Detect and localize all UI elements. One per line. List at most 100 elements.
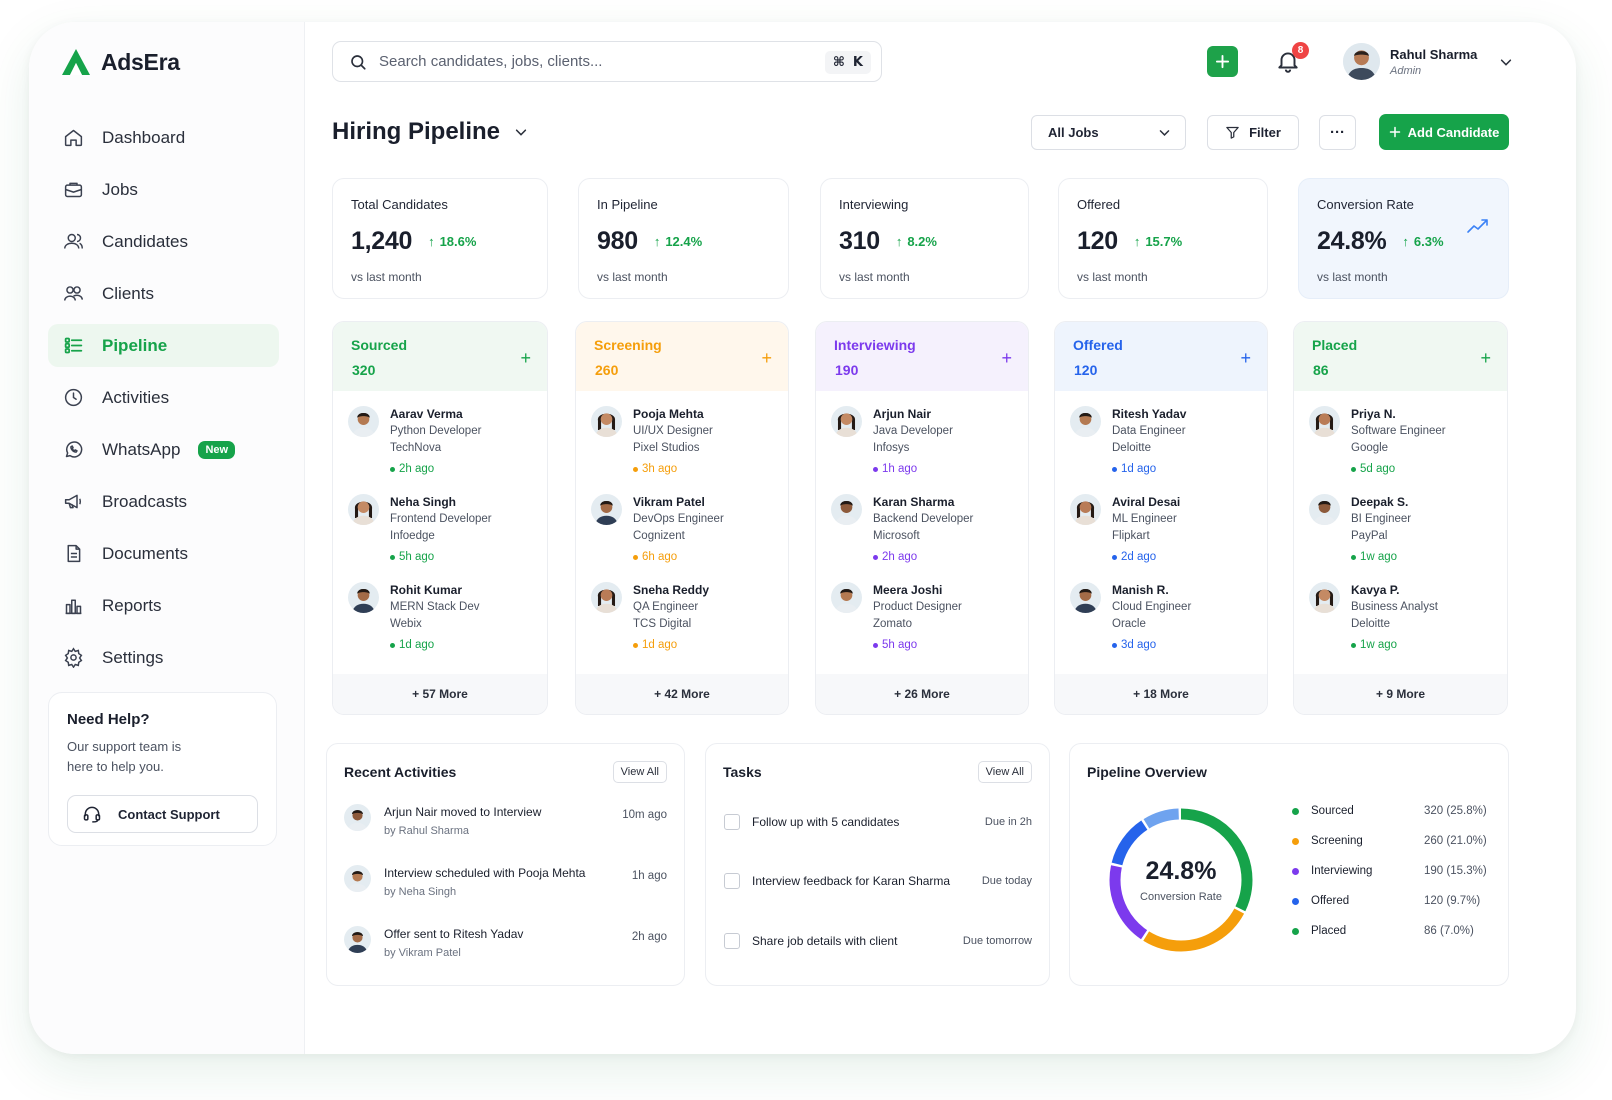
sidebar-item-broadcasts[interactable]: Broadcasts	[48, 480, 279, 523]
task-checkbox[interactable]	[724, 873, 740, 889]
show-more-button[interactable]: + 26 More	[816, 674, 1028, 714]
activity-author: by Vikram Patel	[384, 947, 461, 959]
add-to-column-icon[interactable]: +	[1480, 348, 1491, 369]
add-to-column-icon[interactable]: +	[520, 348, 531, 369]
legend-dot	[1292, 867, 1299, 875]
more-options-button[interactable]: ···	[1319, 115, 1356, 150]
avatar	[348, 494, 379, 525]
candidate-role: UI/UX Designer	[633, 425, 713, 437]
candidate-time: 3d ago	[1112, 637, 1253, 654]
candidate-time: 5h ago	[873, 637, 1014, 654]
brand[interactable]: AdsEra	[61, 47, 180, 77]
sidebar-item-documents[interactable]: Documents	[48, 532, 279, 575]
candidate-card[interactable]: Deepak S. BI Engineer PayPal 1w ago	[1294, 479, 1507, 567]
task-item: Share job details with client Due tomorr…	[724, 931, 1032, 951]
candidate-card[interactable]: Rohit Kumar MERN Stack Dev Webix 1d ago	[333, 567, 547, 655]
add-to-column-icon[interactable]: +	[1001, 348, 1012, 369]
sidebar-item-activities[interactable]: Activities	[48, 376, 279, 419]
user-profile-menu[interactable]: Rahul Sharma Admin	[1343, 43, 1513, 80]
show-more-button[interactable]: + 9 More	[1294, 674, 1507, 714]
gear-icon	[62, 647, 84, 669]
candidate-time: 1d ago	[1112, 461, 1253, 478]
candidate-time-text: 2d ago	[1121, 551, 1157, 563]
view-all-button[interactable]: View All	[612, 761, 667, 783]
candidate-time: 1d ago	[390, 637, 533, 654]
candidate-company: Infosys	[873, 442, 910, 454]
task-checkbox[interactable]	[724, 933, 740, 949]
candidate-role: Business Analyst	[1351, 601, 1438, 613]
candidate-time-text: 1d ago	[1121, 463, 1157, 475]
candidate-card[interactable]: Ritesh Yadav Data Engineer Deloitte 1d a…	[1055, 391, 1267, 479]
pipeline-column-interviewing: Interviewing 190 + Arjun Nair Java Devel…	[815, 321, 1029, 715]
sidebar-item-dashboard[interactable]: Dashboard	[48, 116, 279, 159]
add-candidate-button[interactable]: Add Candidate	[1379, 114, 1509, 150]
candidate-company: PayPal	[1351, 530, 1388, 542]
show-more-button[interactable]: + 42 More	[576, 674, 788, 714]
help-title: Need Help?	[67, 711, 150, 728]
candidate-company: Flipkart	[1112, 530, 1150, 542]
search-input[interactable]	[379, 53, 809, 70]
stat-card-pipeline: In Pipeline 980 ↑ 12.4% vs last month	[578, 178, 789, 299]
filter-button[interactable]: Filter	[1207, 115, 1299, 150]
sidebar-item-clients[interactable]: Clients	[48, 272, 279, 315]
sidebar-item-candidates[interactable]: Candidates	[48, 220, 279, 263]
show-more-button[interactable]: + 18 More	[1055, 674, 1267, 714]
stat-card-conversion: Conversion Rate 24.8% ↑ 6.3% vs last mont…	[1298, 178, 1509, 299]
candidate-card[interactable]: Aarav Verma Python Developer TechNova 2h…	[333, 391, 547, 479]
candidate-name: Neha Singh	[390, 495, 457, 509]
sidebar-item-reports[interactable]: Reports	[48, 584, 279, 627]
show-more-button[interactable]: + 57 More	[333, 674, 547, 714]
candidate-card[interactable]: Vikram Patel DevOps Engineer Cognizent 6…	[576, 479, 788, 567]
candidate-role: Java Developer	[873, 425, 953, 437]
stat-delta: ↑ 8.2%	[896, 234, 937, 249]
activity-item[interactable]: Arjun Nair moved to Interview by Rahul S…	[344, 804, 667, 854]
avatar	[831, 494, 862, 525]
page-title[interactable]: Hiring Pipeline	[332, 118, 528, 146]
activity-item[interactable]: Interview scheduled with Pooja Mehta by …	[344, 865, 667, 915]
stat-delta-value: 6.3%	[1413, 234, 1444, 249]
contact-support-button[interactable]: Contact Support	[67, 795, 258, 833]
avatar	[1070, 406, 1101, 437]
candidate-card[interactable]: Arjun Nair Java Developer Infosys 1h ago	[816, 391, 1028, 479]
candidate-card[interactable]: Priya N. Software Engineer Google 5d ago	[1294, 391, 1507, 479]
task-checkbox[interactable]	[724, 814, 740, 830]
stat-sub: vs last month	[839, 270, 910, 284]
sidebar-item-pipeline[interactable]: Pipeline	[48, 324, 279, 367]
more-icon: ···	[1330, 124, 1345, 141]
candidate-card[interactable]: Meera Joshi Product Designer Zomato 5h a…	[816, 567, 1028, 655]
candidate-card[interactable]: Sneha Reddy QA Engineer TCS Digital 1d a…	[576, 567, 788, 655]
column-title: Sourced	[351, 337, 408, 353]
search-bar[interactable]: ⌘ K	[332, 41, 882, 82]
candidate-role: DevOps Engineer	[633, 513, 724, 525]
clock-icon	[62, 387, 84, 409]
candidate-card[interactable]: Karan Sharma Backend Developer Microsoft…	[816, 479, 1028, 567]
candidate-role: Software Engineer	[1351, 425, 1446, 437]
legend-value: 190 (15.3%)	[1424, 865, 1487, 877]
view-all-button[interactable]: View All	[977, 761, 1032, 783]
activity-item[interactable]: Offer sent to Ritesh Yadav by Vikram Pat…	[344, 926, 667, 976]
quick-add-button[interactable]	[1207, 46, 1238, 77]
avatar	[831, 406, 862, 437]
legend-value: 120 (9.7%)	[1424, 895, 1481, 907]
candidate-name: Aviral Desai	[1112, 495, 1181, 509]
sidebar-item-whatsapp[interactable]: WhatsApp New	[48, 428, 279, 471]
legend-dot	[1292, 807, 1299, 815]
avatar	[591, 406, 622, 437]
candidate-card[interactable]: Aviral Desai ML Engineer Flipkart 2d ago	[1055, 479, 1267, 567]
legend-item-offered: Offered 120 (9.7%)	[1292, 892, 1492, 910]
job-filter-select[interactable]: All Jobs	[1031, 115, 1186, 150]
candidate-name: Karan Sharma	[873, 495, 955, 509]
candidate-card[interactable]: Neha Singh Frontend Developer Infoedge 5…	[333, 479, 547, 567]
candidate-card[interactable]: Manish R. Cloud Engineer Oracle 3d ago	[1055, 567, 1267, 655]
candidate-time: 5h ago	[390, 549, 533, 566]
candidate-card[interactable]: Kavya P. Business Analyst Deloitte 1w ag…	[1294, 567, 1507, 655]
contact-support-label: Contact Support	[118, 806, 220, 822]
candidate-card[interactable]: Pooja Mehta UI/UX Designer Pixel Studios…	[576, 391, 788, 479]
add-to-column-icon[interactable]: +	[1240, 348, 1251, 369]
add-to-column-icon[interactable]: +	[761, 348, 772, 369]
candidate-name: Meera Joshi	[873, 583, 943, 597]
stat-delta: ↑ 12.4%	[654, 234, 702, 249]
sidebar-item-label: Broadcasts	[102, 491, 188, 511]
sidebar-item-jobs[interactable]: Jobs	[48, 168, 279, 211]
sidebar-item-settings[interactable]: Settings	[48, 636, 279, 679]
